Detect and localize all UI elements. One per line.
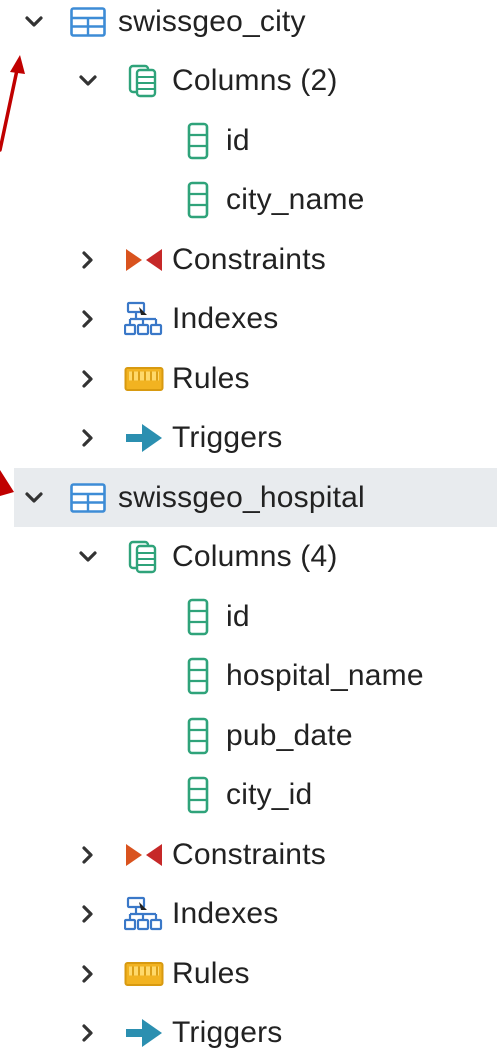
tree-node-column[interactable]: city_id: [0, 765, 497, 824]
tree-node-triggers[interactable]: Triggers: [0, 408, 497, 467]
chevron-down-icon[interactable]: [76, 545, 100, 569]
column-name: city_id: [226, 777, 313, 811]
tree-node-columns[interactable]: Columns (4): [0, 527, 497, 586]
rules-icon: [124, 366, 164, 391]
chevron-right-icon[interactable]: [76, 843, 100, 867]
table-icon: [70, 6, 106, 37]
tree-node-table-swissgeo-city[interactable]: swissgeo_city: [0, 0, 497, 51]
indexes-label: Indexes: [172, 301, 279, 335]
tree-node-rules[interactable]: Rules: [0, 944, 497, 1003]
column-icon: [187, 657, 209, 694]
chevron-right-icon[interactable]: [76, 962, 100, 986]
chevron-down-icon[interactable]: [22, 486, 46, 510]
tree-node-indexes[interactable]: Indexes: [0, 884, 497, 943]
chevron-right-icon[interactable]: [76, 902, 100, 926]
chevron-down-icon[interactable]: [76, 69, 100, 93]
tree-node-constraints[interactable]: Constraints: [0, 825, 497, 884]
table-icon: [70, 482, 106, 513]
columns-label: Columns (4): [172, 539, 338, 573]
column-name: hospital_name: [226, 658, 424, 692]
column-name: pub_date: [226, 718, 353, 752]
constraints-icon: [126, 843, 162, 866]
column-name: city_name: [226, 182, 365, 216]
chevron-right-icon[interactable]: [76, 367, 100, 391]
tree-node-column[interactable]: hospital_name: [0, 646, 497, 705]
triggers-label: Triggers: [172, 1015, 283, 1049]
columns-label: Columns (2): [172, 63, 338, 97]
tree-node-triggers[interactable]: Triggers: [0, 1003, 497, 1051]
table-name: swissgeo_hospital: [118, 480, 365, 514]
chevron-right-icon[interactable]: [76, 248, 100, 272]
annotation-arrow-to-hospital-table: [0, 470, 14, 496]
columns-icon: [128, 64, 157, 97]
column-icon: [187, 122, 209, 159]
tree-node-column[interactable]: id: [0, 587, 497, 646]
tree-node-rules[interactable]: Rules: [0, 349, 497, 408]
column-name: id: [226, 123, 250, 157]
chevron-right-icon[interactable]: [76, 426, 100, 450]
rules-icon: [124, 961, 164, 986]
rules-label: Rules: [172, 956, 250, 990]
rules-label: Rules: [172, 361, 250, 395]
table-name: swissgeo_city: [118, 4, 306, 38]
chevron-right-icon[interactable]: [76, 307, 100, 331]
triggers-label: Triggers: [172, 420, 283, 454]
tree-node-indexes[interactable]: Indexes: [0, 289, 497, 348]
tree-node-columns[interactable]: Columns (2): [0, 51, 497, 110]
columns-icon: [128, 540, 157, 573]
constraints-icon: [126, 248, 162, 271]
tree-node-column[interactable]: city_name: [0, 170, 497, 229]
indexes-icon: [124, 301, 163, 335]
column-icon: [187, 598, 209, 635]
constraints-label: Constraints: [172, 837, 326, 871]
column-icon: [187, 181, 209, 218]
column-icon: [187, 776, 209, 813]
indexes-icon: [124, 896, 163, 930]
tree-node-column[interactable]: id: [0, 111, 497, 170]
tree-node-column[interactable]: pub_date: [0, 706, 497, 765]
triggers-icon: [126, 1018, 162, 1047]
constraints-label: Constraints: [172, 242, 326, 276]
column-name: id: [226, 599, 250, 633]
column-icon: [187, 717, 209, 754]
chevron-down-icon[interactable]: [22, 10, 46, 34]
indexes-label: Indexes: [172, 896, 279, 930]
chevron-right-icon[interactable]: [76, 1021, 100, 1045]
tree-node-table-swissgeo-hospital[interactable]: swissgeo_hospital: [14, 468, 497, 527]
tree-node-constraints[interactable]: Constraints: [0, 230, 497, 289]
triggers-icon: [126, 423, 162, 452]
